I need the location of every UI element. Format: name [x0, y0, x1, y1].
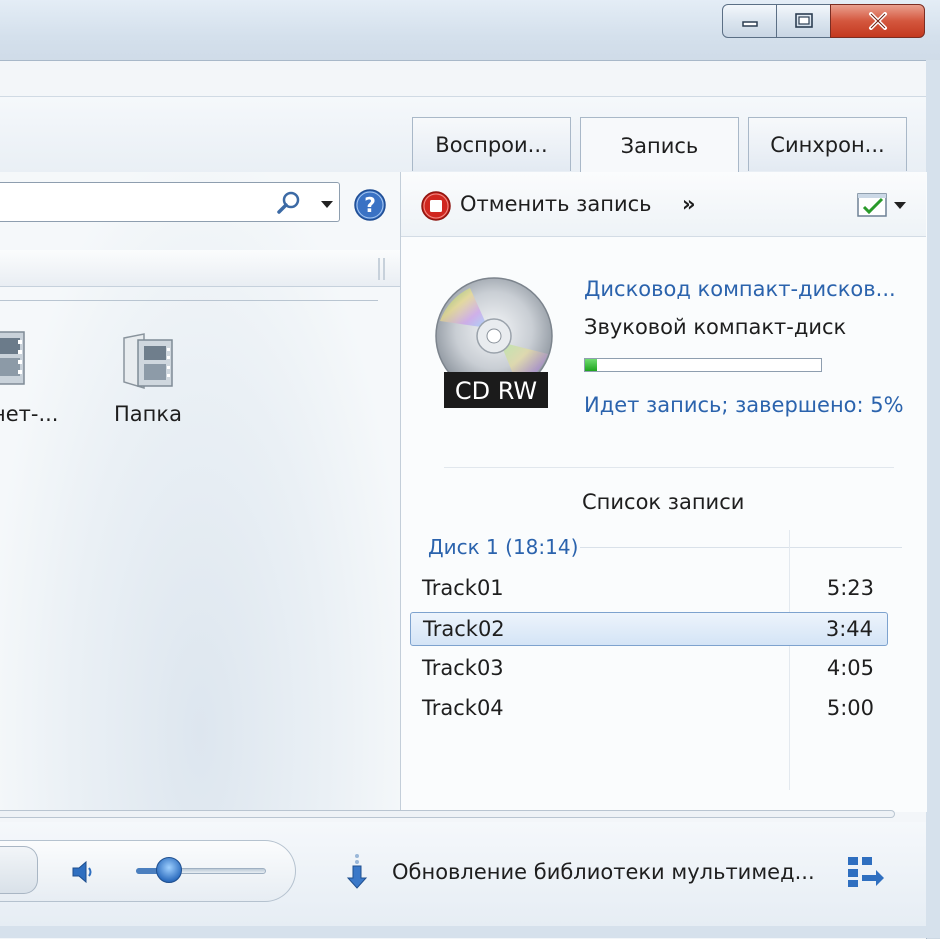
track-length: 5:23	[826, 576, 874, 600]
disk-group-header[interactable]: Диск 1 (18:14)	[428, 535, 578, 559]
previous-button[interactable]	[0, 846, 38, 894]
drive-name-link[interactable]: Дисковод компакт-дисков...	[584, 277, 896, 301]
track-length: 4:05	[826, 656, 874, 680]
minimize-icon	[741, 21, 758, 27]
list-header	[0, 250, 400, 287]
track-name: Track02	[423, 617, 505, 641]
burn-status-link[interactable]: Идет запись; завершено: 5%	[584, 393, 904, 417]
library-item-label[interactable]: нет-...	[0, 402, 59, 426]
volume-slider-thumb[interactable]	[156, 857, 182, 883]
disc-badge-label: CD RW	[455, 377, 537, 405]
library-status-text: Обновление библиотеки мультимед...	[392, 860, 815, 884]
header-divider	[0, 300, 378, 301]
cd-rw-disc-icon: CD RW	[430, 276, 560, 408]
burn-options-icon[interactable]	[856, 191, 910, 219]
column-resize-handle[interactable]	[376, 256, 388, 282]
search-icon[interactable]	[275, 190, 303, 216]
internet-video-icon[interactable]	[0, 330, 30, 388]
tab-play[interactable]: Воспрои...	[412, 117, 571, 171]
track-name: Track04	[422, 696, 504, 720]
track-row[interactable]: Track04 5:00	[410, 692, 888, 726]
folder-icon[interactable]	[118, 330, 178, 390]
more-commands-button[interactable]: »	[682, 192, 696, 216]
tab-burn[interactable]: Запись	[580, 117, 739, 173]
window-border-bottom	[0, 926, 940, 938]
help-icon[interactable]: ?	[353, 188, 387, 222]
disc-type-label: Звуковой компакт-диск	[584, 315, 847, 339]
window-border-right	[926, 60, 940, 938]
burn-list-title: Список записи	[582, 490, 745, 514]
volume-icon[interactable]	[70, 858, 96, 886]
cancel-burn-button[interactable]: Отменить запись	[460, 192, 652, 216]
minimize-button[interactable]	[722, 4, 777, 38]
horizontal-scrollbar[interactable]	[0, 810, 895, 818]
library-update-icon	[344, 852, 370, 890]
svg-text:?: ?	[364, 193, 376, 217]
close-icon	[868, 12, 887, 30]
track-name: Track03	[422, 656, 504, 680]
track-row-selected[interactable]: Track02 3:44	[410, 612, 888, 646]
chevron-down-icon[interactable]	[318, 196, 336, 210]
track-row[interactable]: Track03 4:05	[410, 652, 888, 686]
stop-icon[interactable]	[420, 190, 452, 222]
track-length: 3:44	[825, 617, 873, 641]
track-length: 5:00	[826, 696, 874, 720]
track-name: Track01	[422, 576, 504, 600]
track-row[interactable]: Track01 5:23	[410, 572, 888, 606]
close-button[interactable]	[830, 4, 925, 38]
switch-to-now-playing-icon[interactable]	[846, 855, 886, 889]
burn-progress-fill	[585, 359, 597, 371]
maximize-button[interactable]	[776, 4, 831, 38]
tab-sync[interactable]: Синхрон...	[748, 117, 907, 171]
section-divider	[444, 467, 894, 468]
disk-group-line	[580, 547, 902, 548]
burn-progress-bar	[584, 358, 822, 372]
maximize-icon	[794, 13, 813, 28]
library-item-label[interactable]: Папка	[114, 402, 182, 426]
